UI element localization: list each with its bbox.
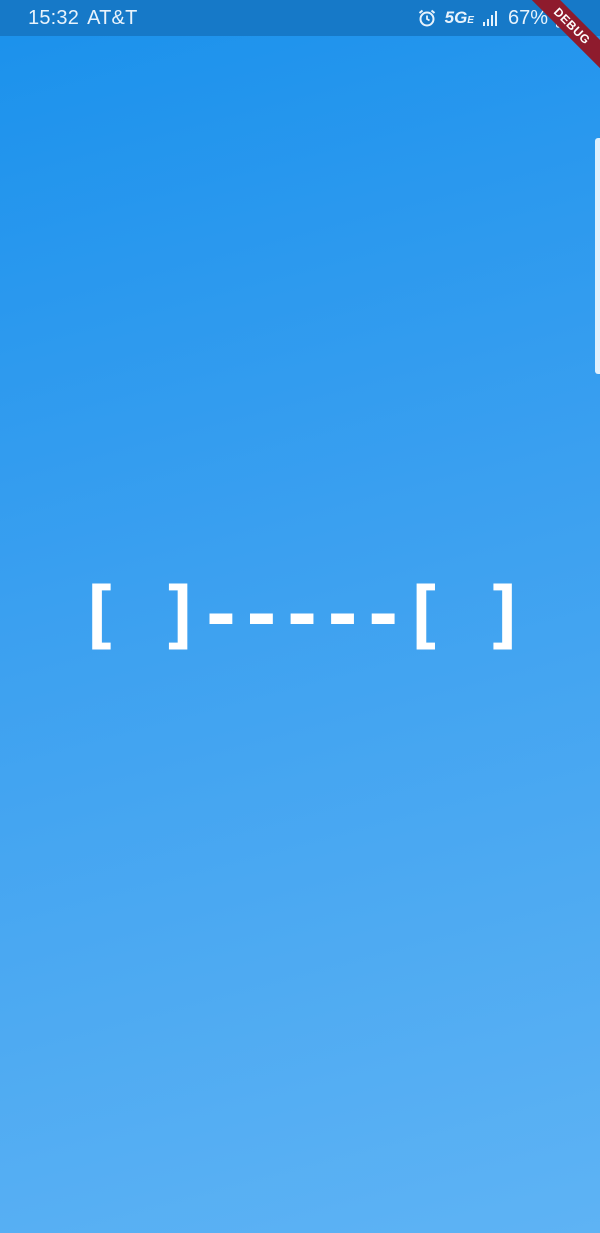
network-type: 5G xyxy=(444,8,468,27)
network-suffix: E xyxy=(467,15,474,26)
loading-indicator-text: [ ]-----[ ] xyxy=(76,572,527,658)
status-right: 5GE 67% xyxy=(417,7,566,30)
edge-panel-handle[interactable] xyxy=(595,138,600,374)
status-time: 15:32 xyxy=(28,6,80,29)
battery-percent: 67% xyxy=(507,6,548,29)
signal-icon xyxy=(482,9,500,27)
battery-icon xyxy=(556,8,566,28)
status-bar: 15:32 AT&T 5GE 67% xyxy=(0,0,600,36)
loading-indicator: [ ]-----[ ] xyxy=(0,560,600,670)
alarm-icon xyxy=(417,8,437,28)
status-carrier: AT&T xyxy=(87,6,138,29)
network-indicator: 5GE xyxy=(445,8,474,28)
status-left: 15:32 AT&T xyxy=(28,7,138,30)
